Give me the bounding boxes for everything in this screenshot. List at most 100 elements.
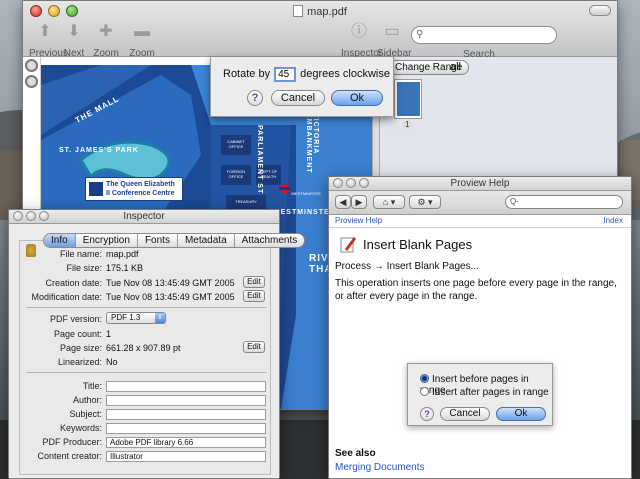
window-controls — [333, 178, 369, 188]
help-window: Proview Help ◀ ▶ ⌂ ▾ ⚙ ▾ Q- Proview Help… — [328, 176, 632, 479]
page-thumbnail[interactable] — [394, 79, 422, 119]
file-size-row: File size: 175.1 KB — [66, 263, 144, 273]
page-number-badge: 1 — [402, 120, 413, 129]
minimize-button[interactable] — [26, 211, 36, 221]
help-toolbar: ◀ ▶ ⌂ ▾ ⚙ ▾ Q- — [329, 191, 631, 215]
inspector-window: Inspector File name: map.pdf File size: … — [8, 209, 306, 479]
info-panel: File name: map.pdf File size: 175.1 KB C… — [19, 240, 271, 475]
content-creator-field[interactable]: Illustrator — [106, 451, 266, 462]
help-titlebar: Proview Help — [329, 177, 631, 191]
title-row: Title: — [20, 381, 270, 393]
tab-attachments[interactable]: Attachments — [235, 234, 305, 247]
help-description: This operation inserts one page before e… — [335, 278, 617, 302]
home-icon: ⌂ ▾ — [382, 197, 396, 207]
arrow-down-icon: ⬇ — [67, 23, 81, 40]
minimize-button[interactable] — [346, 178, 356, 188]
help-button[interactable]: ? — [247, 90, 263, 106]
sidebar-icon: ▭ — [384, 23, 400, 40]
pdf-version-select[interactable]: PDF 1.3 ⇕ — [106, 312, 166, 324]
main-toolbar: map.pdf ⬆ Previous ⬇ Next ✚ Zoom In ▬ Zo… — [23, 1, 617, 81]
file-name-value: map.pdf — [106, 249, 139, 259]
search-icon: ⚲ — [416, 29, 424, 40]
keywords-field[interactable] — [106, 423, 266, 434]
map-label-st-james-park: ST. JAMES'S PARK — [59, 147, 139, 154]
pen-icon — [340, 237, 356, 253]
divider — [26, 307, 266, 308]
toolbar-toggle-button[interactable] — [589, 5, 611, 16]
rotate-degrees-input[interactable] — [274, 67, 297, 82]
page-count-row: Page count: 1 — [53, 329, 112, 339]
subject-field[interactable] — [106, 409, 266, 420]
home-button[interactable]: ⌂ ▾ — [373, 195, 405, 209]
rotate-sheet: Rotate bydegrees clockwise ? Cancel Ok — [210, 57, 394, 117]
tab-fonts[interactable]: Fonts — [138, 234, 178, 247]
help-title: Proview Help — [450, 178, 510, 189]
map-callout: The Queen Elizabeth II Conference Centre — [85, 177, 183, 201]
inspector-title: Inspector — [123, 211, 165, 222]
forward-button[interactable]: ▶ — [351, 195, 367, 209]
close-button[interactable] — [13, 211, 23, 221]
insert-pages-dialog-image: Insert before pages in range Insert afte… — [407, 363, 553, 426]
divider — [26, 372, 266, 373]
modification-date-row: Modification date: Tue Nov 08 13:45:49 G… — [20, 290, 270, 304]
target-icon — [25, 59, 38, 72]
menu-path: Process → Insert Blank Pages... — [335, 261, 479, 272]
tab-info[interactable]: Info — [44, 234, 76, 247]
help-nav-bar: Proview Help Index — [329, 215, 631, 228]
help-index-link[interactable]: Index — [603, 216, 623, 225]
rotate-row: Rotate bydegrees clockwise — [223, 67, 390, 82]
help-search-field[interactable]: Q- — [505, 195, 623, 209]
search-field[interactable]: ⚲ — [411, 26, 557, 44]
ok-button[interactable]: Ok — [331, 90, 383, 106]
map-label-dept-of-health: DEPT OF HEALTH — [259, 169, 278, 179]
see-also-heading: See also — [335, 448, 376, 459]
gear-icon: ⚙ ▾ — [417, 197, 433, 207]
target-icon — [25, 75, 38, 88]
minus-icon: ▬ — [134, 23, 150, 40]
linearized-row: Linearized: No — [57, 357, 118, 367]
close-button[interactable] — [333, 178, 343, 188]
tab-encryption[interactable]: Encryption — [76, 234, 138, 247]
creation-date-row: Creation date: Tue Nov 08 13:45:49 GMT 2… — [20, 276, 270, 290]
map-label-treasury: TREASURY — [235, 199, 257, 204]
pdf-document-icon — [293, 5, 304, 17]
page-size-value: 661.28 x 907.89 pt — [106, 343, 181, 353]
map-label-cabinet-office: CABINET OFFICE — [227, 139, 245, 149]
cancel-button[interactable]: Cancel — [271, 90, 325, 106]
thumbnail-image — [397, 82, 420, 116]
edit-modification-date-button[interactable]: Edit — [243, 290, 265, 302]
edit-page-size-button[interactable]: Edit — [243, 341, 265, 353]
page-size-row: Page size: 661.28 x 907.89 pt Edit — [20, 341, 270, 355]
map-label-westminster-station: WESTMINSTER — [291, 191, 321, 196]
action-menu-button[interactable]: ⚙ ▾ — [409, 195, 441, 209]
pdf-producer-field[interactable]: Adobe PDF library 6.66 — [106, 437, 266, 448]
dialog-ok-button[interactable]: Ok — [496, 407, 546, 421]
dialog-help-button[interactable]: ? — [420, 407, 434, 421]
zoom-button[interactable] — [39, 211, 49, 221]
title-field[interactable] — [106, 381, 266, 392]
pdf-version-row: PDF version: PDF 1.3 ⇕ — [20, 312, 270, 326]
zoom-button[interactable] — [359, 178, 369, 188]
insert-after-radio[interactable]: Insert after pages in range — [420, 387, 549, 398]
help-heading: Insert Blank Pages — [363, 237, 473, 252]
window-title: map.pdf — [23, 5, 617, 19]
keywords-row: Keywords: — [20, 423, 270, 435]
inspector-tabs: Info Encryption Fonts Metadata Attachmen… — [43, 233, 306, 248]
author-field[interactable] — [106, 395, 266, 406]
plus-icon: ✚ — [99, 23, 113, 40]
map-label-victoria-embankment: VICTORIA EMBANKMENT — [305, 113, 319, 174]
back-arrow-icon: ◀ — [339, 197, 347, 207]
modification-date-value: Tue Nov 08 13:45:49 GMT 2005 — [106, 292, 235, 302]
forward-arrow-icon: ▶ — [355, 197, 363, 207]
dialog-cancel-button[interactable]: Cancel — [440, 407, 490, 421]
edit-creation-date-button[interactable]: Edit — [243, 276, 265, 288]
merging-documents-link[interactable]: Merging Documents — [335, 462, 424, 473]
conference-centre-icon — [89, 182, 103, 196]
info-icon: ⓘ — [350, 23, 367, 40]
tab-metadata[interactable]: Metadata — [178, 234, 235, 247]
map-label-parliament-st: PARLIAMENT ST — [256, 125, 263, 195]
back-button[interactable]: ◀ — [335, 195, 351, 209]
help-home-link[interactable]: Proview Help — [335, 216, 382, 225]
page-count-value: 1 — [106, 329, 112, 339]
window-controls — [13, 211, 49, 221]
